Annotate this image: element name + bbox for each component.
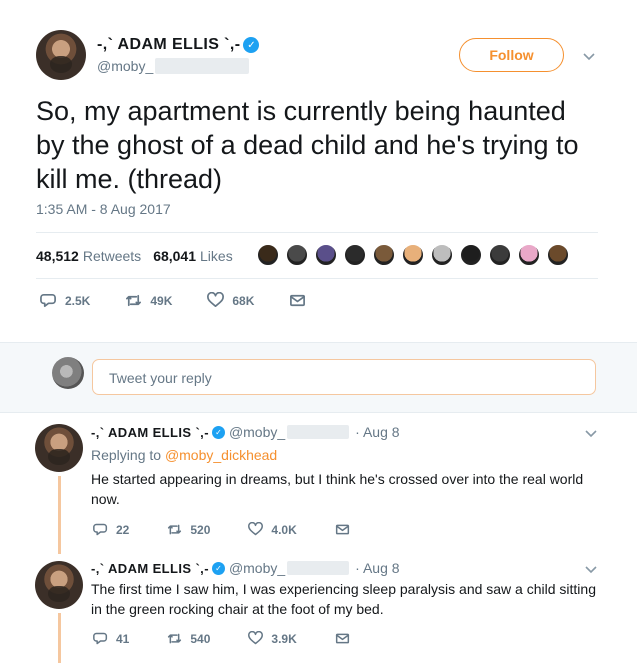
tweet-text: He started appearing in dreams, but I th… bbox=[91, 471, 584, 507]
like-action[interactable]: 4.0K bbox=[248, 522, 297, 537]
thread-connector bbox=[58, 613, 61, 663]
retweet-count: 540 bbox=[190, 631, 211, 646]
likes-label[interactable]: Likes bbox=[200, 248, 233, 264]
retweet-count: 49K bbox=[150, 293, 173, 308]
author-handle[interactable]: @moby_ bbox=[97, 58, 250, 74]
retweets-label[interactable]: Retweets bbox=[83, 248, 141, 264]
avatar[interactable] bbox=[36, 30, 86, 80]
like-count: 4.0K bbox=[271, 522, 297, 537]
display-name[interactable]: -,` ADAM ELLIS `,- bbox=[91, 425, 209, 440]
tweet-text: So, my apartment is currently being haun… bbox=[36, 96, 579, 194]
thread-connector bbox=[58, 476, 61, 554]
author-name-row[interactable]: -,` ADAM ELLIS `,- ✓ @moby_ · Aug 8 bbox=[91, 559, 400, 577]
like-count: 3.9K bbox=[271, 631, 297, 646]
envelope-icon bbox=[335, 524, 349, 535]
envelope-icon bbox=[290, 294, 306, 307]
redaction-block bbox=[287, 425, 350, 439]
verified-badge-icon: ✓ bbox=[211, 425, 225, 439]
retweet-icon bbox=[168, 633, 182, 644]
tweet-text: The first time I saw him, I was experien… bbox=[91, 581, 596, 617]
reply-count: 22 bbox=[116, 522, 130, 537]
tweet-timestamp[interactable]: 1:35 AM - 8 Aug 2017 bbox=[36, 201, 171, 217]
main-tweet: -,` ADAM ELLIS `,- ✓ @moby_ Follow So, m… bbox=[0, 0, 637, 342]
retweet-action[interactable]: 540 bbox=[167, 631, 210, 646]
liker-avatar[interactable] bbox=[430, 243, 454, 267]
chevron-down-icon[interactable] bbox=[584, 426, 598, 440]
current-user-avatar[interactable] bbox=[52, 357, 84, 389]
tweet-stats: 48,512 Retweets 68,041 Likes bbox=[36, 246, 245, 266]
direct-message-action[interactable] bbox=[289, 292, 314, 309]
avatar[interactable] bbox=[35, 561, 83, 609]
reply-icon bbox=[40, 293, 56, 308]
tweet-date[interactable]: · Aug 8 bbox=[355, 424, 399, 440]
liker-avatars bbox=[256, 243, 575, 267]
like-action[interactable]: 68K bbox=[207, 292, 254, 309]
heart-icon bbox=[248, 631, 264, 645]
reply-action[interactable]: 22 bbox=[93, 522, 129, 537]
direct-message-action[interactable] bbox=[335, 631, 358, 646]
retweet-count: 520 bbox=[190, 522, 211, 537]
chevron-down-icon[interactable] bbox=[584, 562, 598, 576]
retweet-icon bbox=[126, 294, 142, 307]
liker-avatar[interactable] bbox=[546, 243, 570, 267]
replying-to-label: Replying to bbox=[91, 447, 162, 463]
handle-text: @moby_ bbox=[97, 58, 154, 74]
like-action[interactable]: 3.9K bbox=[248, 631, 297, 646]
liker-avatar[interactable] bbox=[401, 243, 425, 267]
likes-count[interactable]: 68,041 bbox=[153, 248, 196, 264]
divider bbox=[36, 278, 598, 279]
heart-icon bbox=[207, 292, 225, 308]
display-name[interactable]: -,` ADAM ELLIS `,- bbox=[97, 36, 240, 54]
liker-avatar[interactable] bbox=[488, 243, 512, 267]
author-name-row[interactable]: -,` ADAM ELLIS `,- ✓ bbox=[97, 35, 260, 55]
heart-icon bbox=[248, 522, 264, 536]
verified-badge-icon: ✓ bbox=[243, 37, 260, 53]
reply-count: 2.5K bbox=[65, 293, 91, 308]
follow-button[interactable]: Follow bbox=[459, 38, 564, 72]
tweet-actions: 2.5K 49K 68K bbox=[40, 292, 349, 309]
envelope-icon bbox=[335, 633, 349, 644]
verified-badge-icon: ✓ bbox=[211, 561, 225, 575]
liker-avatar[interactable] bbox=[343, 243, 367, 267]
reply-icon bbox=[93, 632, 108, 645]
handle-text: @moby_ bbox=[228, 424, 286, 440]
replying-to: Replying to @moby_dickhead bbox=[91, 447, 277, 463]
avatar[interactable] bbox=[35, 424, 83, 472]
tweet-actions: 41 540 3.9K bbox=[93, 631, 396, 646]
display-name[interactable]: -,` ADAM ELLIS `,- bbox=[91, 561, 209, 576]
reply-count: 41 bbox=[116, 631, 130, 646]
liker-avatar[interactable] bbox=[517, 243, 541, 267]
reply-icon bbox=[93, 523, 108, 536]
retweet-icon bbox=[168, 524, 182, 535]
retweets-count[interactable]: 48,512 bbox=[36, 248, 79, 264]
tweet-actions: 22 520 4.0K bbox=[93, 522, 396, 537]
tweet-date[interactable]: · Aug 8 bbox=[355, 560, 399, 576]
like-count: 68K bbox=[232, 293, 255, 308]
redaction-block bbox=[155, 58, 250, 74]
author-handle[interactable]: @moby_ bbox=[228, 560, 350, 576]
replying-to-link[interactable]: @moby_dickhead bbox=[165, 447, 277, 463]
reply-action[interactable]: 2.5K bbox=[40, 292, 90, 309]
chevron-down-icon[interactable] bbox=[582, 49, 596, 63]
liker-avatar[interactable] bbox=[256, 243, 280, 267]
author-handle[interactable]: @moby_ bbox=[228, 424, 350, 440]
liker-avatar[interactable] bbox=[285, 243, 309, 267]
liker-avatar[interactable] bbox=[372, 243, 396, 267]
redaction-block bbox=[287, 561, 350, 575]
reply-input[interactable]: Tweet your reply bbox=[92, 359, 596, 395]
divider bbox=[36, 232, 598, 233]
author-name-row[interactable]: -,` ADAM ELLIS `,- ✓ @moby_ · Aug 8 bbox=[91, 423, 400, 441]
liker-avatar[interactable] bbox=[314, 243, 338, 267]
handle-text: @moby_ bbox=[228, 560, 286, 576]
reply-action[interactable]: 41 bbox=[93, 631, 129, 646]
retweet-action[interactable]: 520 bbox=[167, 522, 210, 537]
liker-avatar[interactable] bbox=[459, 243, 483, 267]
retweet-action[interactable]: 49K bbox=[125, 292, 172, 309]
direct-message-action[interactable] bbox=[335, 522, 358, 537]
